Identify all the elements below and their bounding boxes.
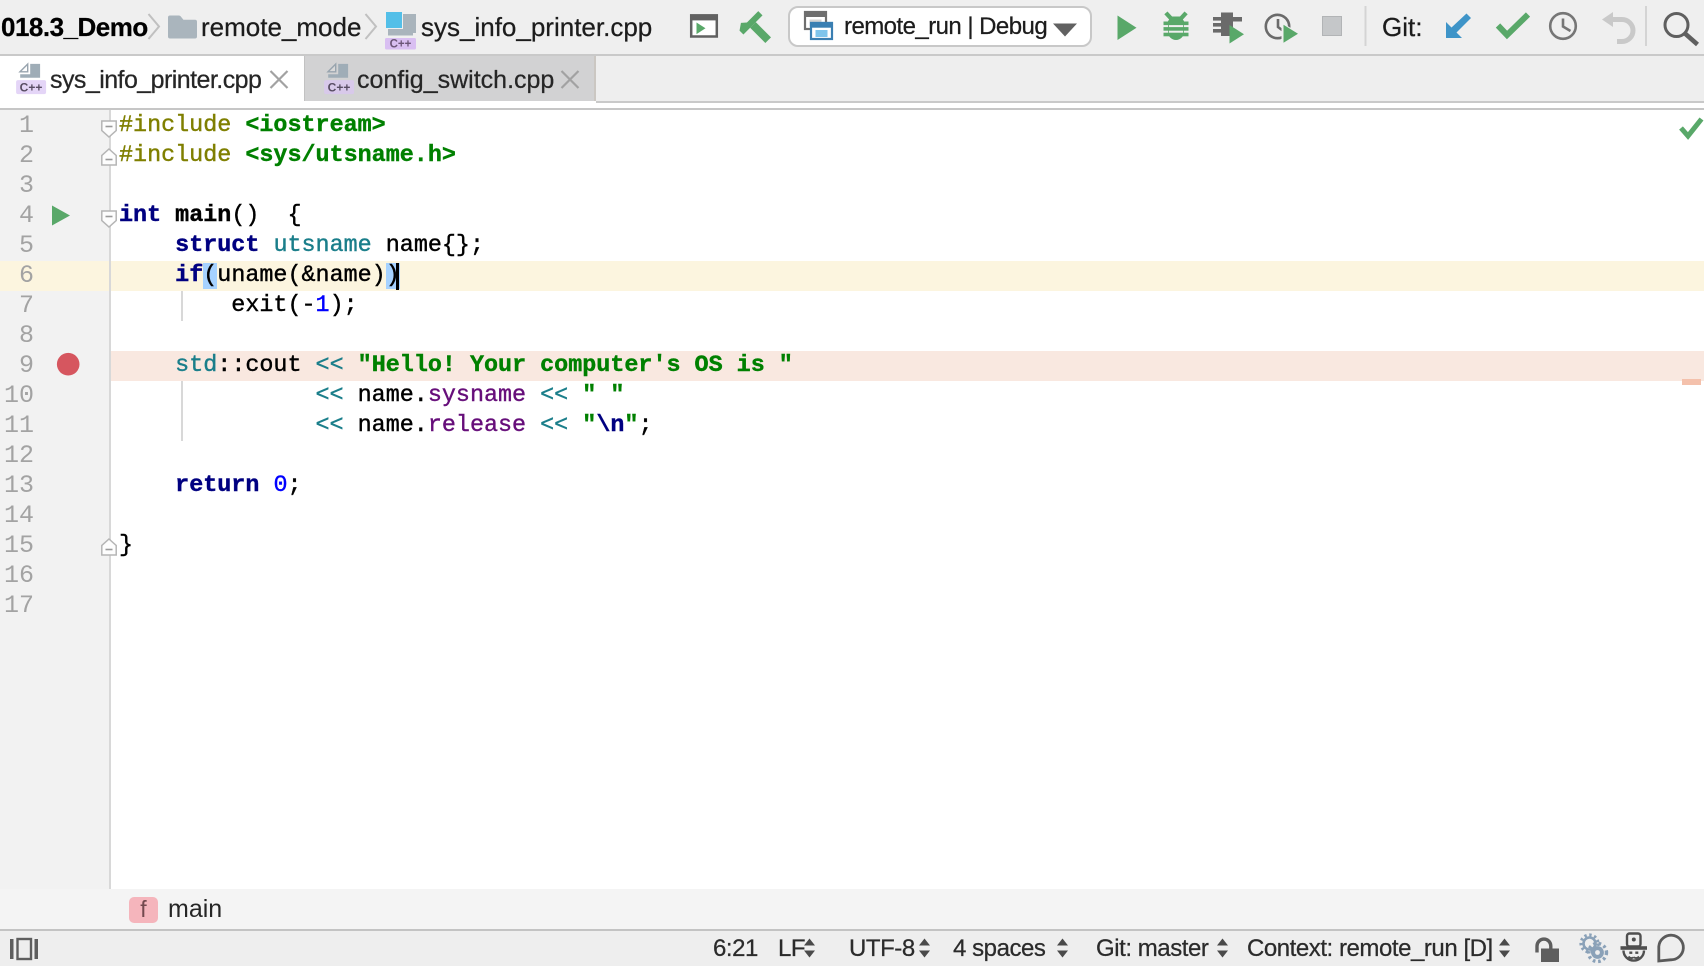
svg-text:C++: C++ bbox=[20, 81, 43, 95]
svg-text:C++: C++ bbox=[390, 39, 412, 51]
svg-text:C++: C++ bbox=[328, 81, 351, 95]
